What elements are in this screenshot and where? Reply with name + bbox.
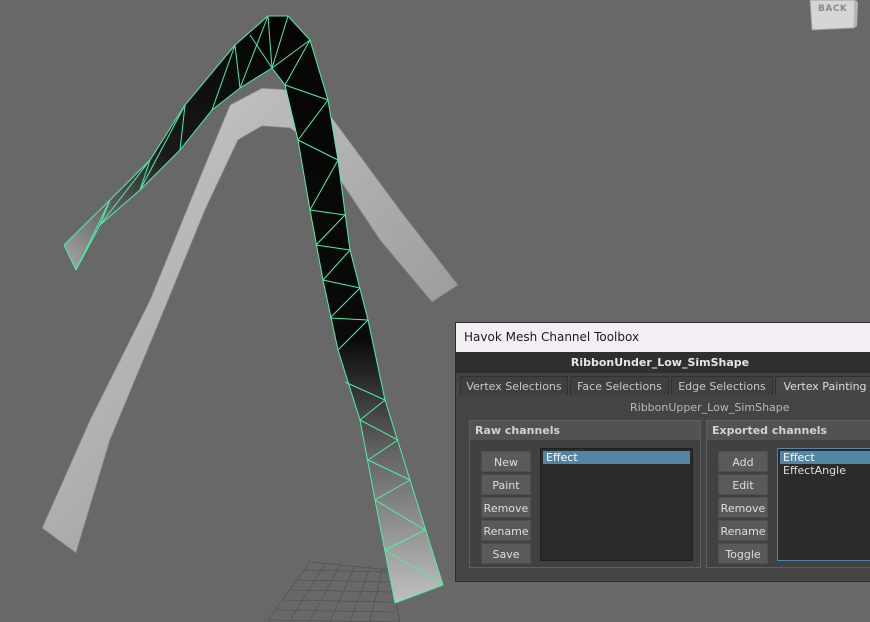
mesh-name-header: RibbonUnder_Low_SimShape <box>456 352 870 373</box>
viewcube-back-label: BACK <box>818 4 848 14</box>
viewcube[interactable]: BACK <box>808 0 858 32</box>
exported-channels-list[interactable]: Effect EffectAngle <box>777 448 870 561</box>
remove-exported-channel-button[interactable]: Remove <box>718 497 768 518</box>
tab-face-selections[interactable]: Face Selections <box>570 376 669 395</box>
exported-channels-title: Exported channels <box>707 421 870 440</box>
tab-edge-selections[interactable]: Edge Selections <box>671 376 773 395</box>
raw-channels-panel: Raw channels New Paint Remove Rename Sav… <box>469 420 701 568</box>
tab-vertex-painting[interactable]: Vertex Painting <box>775 376 870 395</box>
toggle-channel-button[interactable]: Toggle <box>718 543 768 564</box>
raw-channels-title: Raw channels <box>470 421 700 440</box>
window-title[interactable]: Havok Mesh Channel Toolbox <box>456 323 870 352</box>
list-item[interactable]: Effect <box>780 451 870 464</box>
paint-channel-button[interactable]: Paint <box>481 474 531 495</box>
rename-exported-channel-button[interactable]: Rename <box>718 520 768 541</box>
havok-mesh-channel-toolbox: Havok Mesh Channel Toolbox RibbonUnder_L… <box>455 322 870 582</box>
tab-vertex-selections[interactable]: Vertex Selections <box>460 376 568 395</box>
raw-channels-list[interactable]: Effect <box>540 448 693 561</box>
ground-grid <box>267 561 401 622</box>
edit-channel-button[interactable]: Edit <box>718 474 768 495</box>
list-item[interactable]: Effect <box>543 451 690 464</box>
sub-mesh-name: RibbonUpper_Low_SimShape <box>630 401 790 414</box>
remove-raw-channel-button[interactable]: Remove <box>481 497 531 518</box>
add-channel-button[interactable]: Add <box>718 451 768 472</box>
exported-channels-panel: Exported channels Add Edit Remove Rename… <box>706 420 870 568</box>
new-channel-button[interactable]: New <box>481 451 531 472</box>
save-channel-button[interactable]: Save <box>481 543 531 564</box>
tab-bar: Vertex Selections Face Selections Edge S… <box>456 376 870 396</box>
list-item[interactable]: EffectAngle <box>780 464 870 477</box>
rename-raw-channel-button[interactable]: Rename <box>481 520 531 541</box>
